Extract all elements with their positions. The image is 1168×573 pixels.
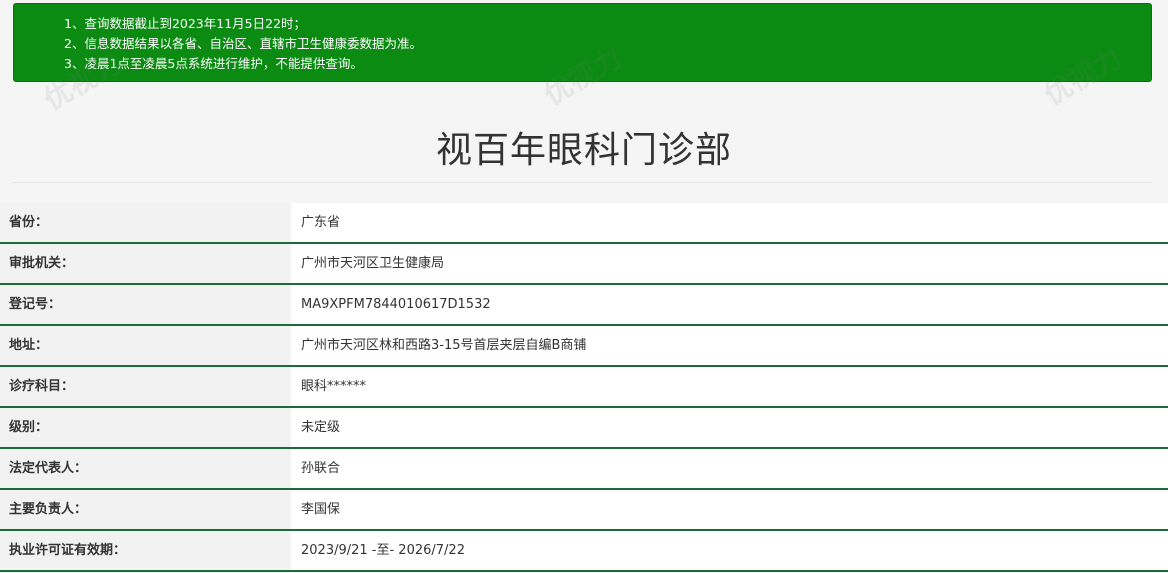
row-label: 级别：	[0, 408, 291, 447]
table-row-departments: 诊疗科目： 眼科******	[0, 367, 1168, 408]
page-title: 视百年眼科门诊部	[435, 130, 732, 171]
table-row-license-validity: 执业许可证有效期： 2023/9/21 -至- 2026/7/22	[0, 531, 1168, 572]
table-row-province: 省份： 广东省	[0, 203, 1168, 244]
row-value: 2023/9/21 -至- 2026/7/22	[291, 531, 1168, 570]
title-divider	[13, 182, 1152, 183]
row-value: MA9XPFM7844010617D1532	[291, 285, 1168, 324]
notice-line-1: 1、查询数据截止到2023年11月5日22时；	[64, 16, 307, 31]
table-row-legal-representative: 法定代表人： 孙联合	[0, 449, 1168, 490]
notice-line-2: 2、信息数据结果以各省、自治区、直辖市卫生健康委数据为准。	[64, 36, 422, 51]
row-value: 广州市天河区林和西路3-15号首层夹层自编B商铺	[291, 326, 1168, 365]
row-value: 广东省	[291, 203, 1168, 242]
info-table: 省份： 广东省 审批机关： 广州市天河区卫生健康局 登记号： MA9XPFM78…	[0, 203, 1168, 572]
table-row-address: 地址： 广州市天河区林和西路3-15号首层夹层自编B商铺	[0, 326, 1168, 367]
row-value: 广州市天河区卫生健康局	[291, 244, 1168, 283]
row-label: 地址：	[0, 326, 291, 365]
row-label: 执业许可证有效期：	[0, 531, 291, 570]
row-label: 审批机关：	[0, 244, 291, 283]
row-label: 登记号：	[0, 285, 291, 324]
notice-line-3: 3、凌晨1点至凌晨5点系统进行维护，不能提供查询。	[64, 56, 363, 71]
row-label: 法定代表人：	[0, 449, 291, 488]
row-value: 孙联合	[291, 449, 1168, 488]
row-value: 未定级	[291, 408, 1168, 447]
row-label: 省份：	[0, 203, 291, 242]
table-row-approval-authority: 审批机关： 广州市天河区卫生健康局	[0, 244, 1168, 285]
table-row-registration-number: 登记号： MA9XPFM7844010617D1532	[0, 285, 1168, 326]
row-value: 眼科******	[291, 367, 1168, 406]
row-label: 主要负责人：	[0, 490, 291, 529]
row-label: 诊疗科目：	[0, 367, 291, 406]
table-row-level: 级别： 未定级	[0, 408, 1168, 449]
notice-banner: 1、查询数据截止到2023年11月5日22时； 2、信息数据结果以各省、自治区、…	[13, 3, 1152, 82]
row-value: 李国保	[291, 490, 1168, 529]
table-row-principal: 主要负责人： 李国保	[0, 490, 1168, 531]
